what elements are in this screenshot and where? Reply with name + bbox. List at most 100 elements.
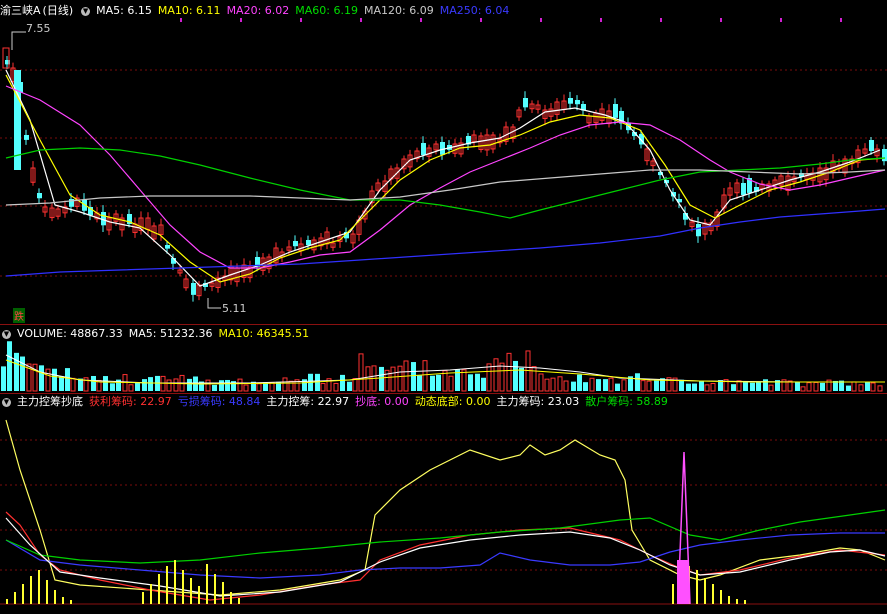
volume-bar-down bbox=[750, 382, 755, 391]
bottom-signal-bar bbox=[62, 597, 64, 604]
bottom-signal-bar bbox=[14, 592, 16, 604]
volume-bar-down bbox=[225, 379, 230, 391]
volume-bar-down bbox=[513, 360, 518, 391]
volume-bar-down bbox=[635, 373, 640, 391]
volume-bar-up bbox=[352, 378, 358, 392]
volume-bar-down bbox=[417, 375, 422, 391]
bottom-signal-bar bbox=[712, 584, 714, 604]
candle-up bbox=[2, 47, 10, 69]
volume-bar-down bbox=[743, 381, 748, 391]
volume-bar-down bbox=[795, 381, 800, 391]
bottom-signal-bar bbox=[238, 598, 240, 604]
volume-bar-up bbox=[448, 375, 454, 392]
bottom-signal-bar bbox=[696, 570, 698, 604]
kline-chart-canvas[interactable] bbox=[0, 0, 887, 614]
volume-bar-up bbox=[397, 365, 403, 392]
volume-bar-up bbox=[320, 383, 326, 392]
candle-down bbox=[696, 224, 701, 237]
time-marker bbox=[240, 18, 242, 22]
ma250-line bbox=[5, 208, 886, 277]
volume-bar-up bbox=[506, 352, 512, 392]
candle-down bbox=[575, 100, 580, 105]
volume-bar-down bbox=[731, 384, 736, 391]
volume-bar-up bbox=[282, 377, 288, 392]
bottom-signal-bar bbox=[166, 566, 168, 604]
volume-bar-up bbox=[486, 363, 492, 392]
candle-down bbox=[568, 98, 573, 104]
bottom-signal-bar bbox=[158, 574, 160, 604]
time-marker bbox=[540, 18, 542, 22]
volume-bar-up bbox=[563, 380, 569, 392]
volume-bar-up bbox=[256, 383, 262, 392]
volume-bar-up bbox=[858, 384, 864, 392]
volume-bar-down bbox=[519, 367, 524, 391]
bottom-signal-bar bbox=[230, 592, 232, 604]
bottom-signal-bar bbox=[704, 578, 706, 604]
ma10-line bbox=[5, 74, 886, 283]
bottom-signal-bar bbox=[744, 600, 746, 604]
bottom-signal-bar bbox=[150, 584, 152, 604]
candle-down bbox=[421, 143, 426, 156]
volume-bar-up bbox=[237, 378, 243, 392]
volume-bar-up bbox=[813, 381, 819, 392]
time-marker bbox=[720, 18, 722, 22]
bottom-signal-bar bbox=[174, 560, 176, 604]
volume-bar-down bbox=[699, 381, 704, 391]
time-marker bbox=[780, 18, 782, 22]
volume-bar-down bbox=[379, 366, 384, 391]
time-marker bbox=[660, 18, 662, 22]
candle-down bbox=[293, 241, 298, 247]
volume-ma10-line bbox=[5, 359, 885, 385]
bottom-signal-bar bbox=[190, 578, 192, 604]
volume-bar-down bbox=[20, 356, 25, 391]
time-marker bbox=[480, 18, 482, 22]
bottom-signal-bar bbox=[38, 570, 40, 604]
volume-bar-up bbox=[358, 353, 364, 392]
volume-bar-down bbox=[865, 382, 870, 391]
high-price-marker bbox=[11, 31, 26, 50]
volume-bar-up bbox=[646, 380, 652, 392]
low-price-marker bbox=[207, 298, 221, 309]
candle-down bbox=[741, 183, 746, 195]
volume-bar-up bbox=[45, 368, 51, 392]
time-marker bbox=[600, 18, 602, 22]
volume-bar-down bbox=[110, 383, 115, 391]
candle-down bbox=[869, 140, 874, 152]
bottom-signal-bar bbox=[142, 592, 144, 604]
volume-bar-down bbox=[52, 368, 57, 391]
bottom-signal-bar bbox=[672, 584, 674, 604]
bottom-signal-bar bbox=[6, 599, 8, 604]
candle-down bbox=[37, 193, 42, 199]
volume-bar-down bbox=[347, 381, 352, 391]
volume-bar-down bbox=[148, 377, 153, 391]
volume-bar-up bbox=[800, 386, 806, 392]
volume-bar-up bbox=[851, 381, 857, 392]
time-marker bbox=[360, 18, 362, 22]
volume-bar-up bbox=[205, 379, 211, 392]
volume-bar-down bbox=[686, 383, 691, 391]
volume-bar-down bbox=[583, 382, 588, 391]
bottom-signal-bar bbox=[46, 580, 48, 604]
volume-ma5-line bbox=[5, 354, 885, 384]
volume-bar-down bbox=[142, 379, 147, 391]
bottom-signal-bar bbox=[222, 582, 224, 604]
volume-bar-up bbox=[710, 383, 716, 392]
volume-bar-up bbox=[550, 377, 556, 392]
volume-bar-up bbox=[499, 362, 505, 392]
volume-bar-down bbox=[654, 380, 659, 391]
volume-bar-up bbox=[493, 358, 499, 392]
volume-bar-up bbox=[640, 380, 646, 392]
volume-bar-down bbox=[411, 362, 416, 391]
ma60-line bbox=[5, 147, 886, 219]
volume-bar-up bbox=[333, 382, 339, 392]
volume-bar-down bbox=[65, 368, 70, 391]
volume-bar-up bbox=[538, 373, 544, 392]
bottom-signal-bar bbox=[720, 590, 722, 604]
bottom-signal-bar bbox=[736, 599, 738, 604]
volume-bar-up bbox=[608, 377, 614, 392]
volume-bar-up bbox=[128, 384, 134, 392]
candle-down bbox=[523, 98, 528, 108]
bottom-signal-bar bbox=[206, 564, 208, 604]
volume-bar-down bbox=[219, 380, 224, 391]
volume-bar-down bbox=[692, 383, 697, 391]
